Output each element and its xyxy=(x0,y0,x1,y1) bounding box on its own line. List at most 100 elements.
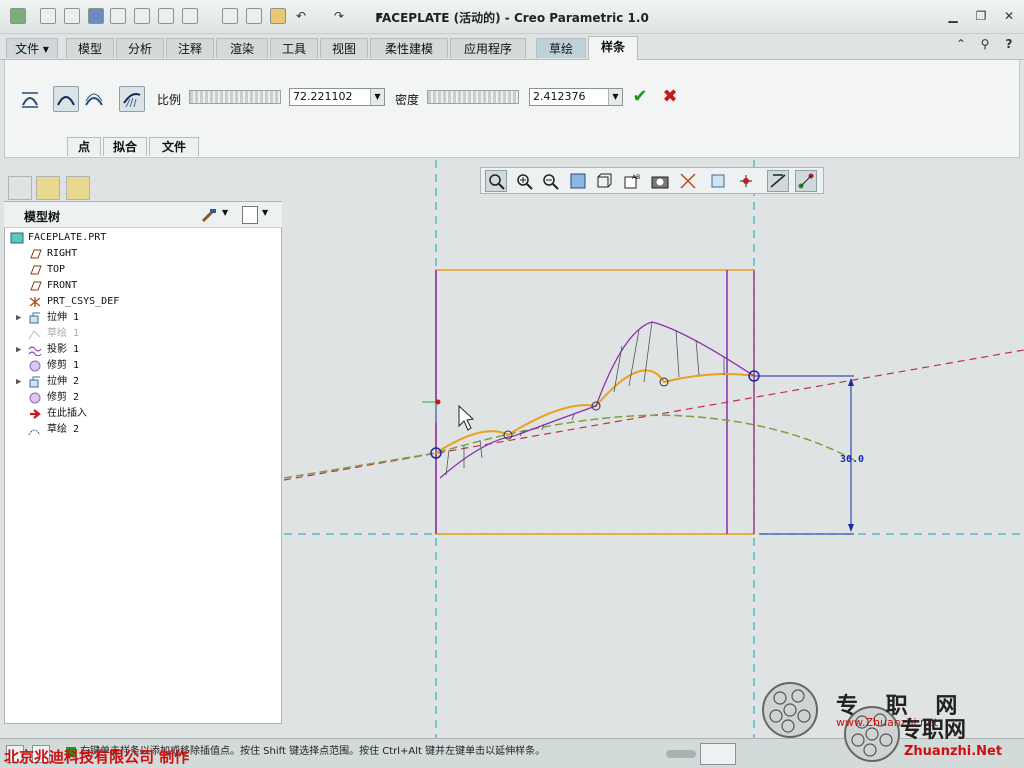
annotation-display-icon[interactable] xyxy=(707,170,729,192)
sketch-display-icon[interactable] xyxy=(767,170,789,192)
close-window-icon[interactable]: ✕ xyxy=(1000,8,1018,24)
density-label: 密度 xyxy=(395,93,420,107)
datum-display-icon[interactable] xyxy=(677,170,699,192)
part-icon xyxy=(10,232,24,244)
tab-render[interactable]: 渲染 xyxy=(216,38,268,58)
credit-watermark: 北京兆迪科技有限公司 制作 xyxy=(4,748,190,766)
tree-item-projection-1[interactable]: ▶ 投影 1 xyxy=(4,342,274,358)
model-tree-title: 模型树 xyxy=(24,210,61,224)
title-bar: ↶ ↷ ▾ FACEPLATE (活动的) - Creo Parametric … xyxy=(0,0,1024,34)
spline-curve[interactable] xyxy=(435,369,755,454)
chevron-down-icon[interactable]: ▼ xyxy=(608,89,622,105)
curvature-hatching xyxy=(445,321,725,476)
control-points-icon[interactable] xyxy=(81,86,107,112)
spline-type-icon[interactable] xyxy=(17,86,43,112)
tree-item-trim-1[interactable]: 修剪 1 xyxy=(4,358,274,374)
scale-slider[interactable] xyxy=(189,90,281,104)
sketch-icon xyxy=(28,330,41,340)
density-value: 2.412376 xyxy=(533,90,586,103)
interpolation-points-icon[interactable] xyxy=(53,86,79,112)
spline-ribbon: 比例 72.221102 ▼ 密度 2.412376 ▼ ✔ ✖ 点 拟合 文件 xyxy=(4,60,1020,158)
curvature-analysis-icon[interactable] xyxy=(119,86,145,112)
panel-points[interactable]: 点 xyxy=(67,137,101,156)
tab-sketch[interactable]: 草绘 xyxy=(536,38,586,58)
tree-show-icon[interactable] xyxy=(242,206,258,224)
extrude-icon xyxy=(29,376,40,388)
tree-item-sketch-2[interactable]: 草绘 2 xyxy=(4,422,274,438)
minimize-icon[interactable]: ▁ xyxy=(944,8,962,24)
minimize-ribbon-icon[interactable]: ⌃ xyxy=(952,36,970,52)
navigator-tabs xyxy=(4,172,282,202)
sketch-canvas[interactable]: 30.0 xyxy=(283,160,1024,738)
favorites-tab-icon[interactable] xyxy=(66,176,90,200)
cancel-button[interactable]: ✖ xyxy=(659,86,681,108)
tab-analysis[interactable]: 分析 xyxy=(116,38,164,58)
expand-icon[interactable]: ▶ xyxy=(16,313,26,323)
selection-filter-icon[interactable] xyxy=(700,743,736,765)
projected-curve xyxy=(283,414,855,479)
csys-origin xyxy=(435,399,441,405)
model-tree-header: 模型树 ▼ ▼ xyxy=(4,202,282,228)
datum-plane-icon xyxy=(30,281,42,291)
density-slider[interactable] xyxy=(427,90,519,104)
scale-value-combo[interactable]: 72.221102 ▼ xyxy=(289,88,385,106)
spin-center-icon[interactable] xyxy=(735,170,757,192)
chevron-down-icon[interactable]: ▼ xyxy=(370,89,384,105)
graphics-area[interactable]: 30.0 xyxy=(283,160,1024,738)
refit-icon[interactable] xyxy=(485,170,507,192)
tab-flexible-modeling[interactable]: 柔性建模 xyxy=(370,38,448,58)
zoom-in-icon[interactable] xyxy=(513,170,535,192)
datum-plane-icon xyxy=(30,265,42,275)
tab-model[interactable]: 模型 xyxy=(66,38,114,58)
panel-fit[interactable]: 拟合 xyxy=(103,137,147,156)
model-tree-list: FACEPLATE.PRT RIGHT TOP FRONT PRT_CSYS_D… xyxy=(4,230,282,450)
restore-icon[interactable]: ❐ xyxy=(972,8,990,24)
model-tree-tab-icon[interactable] xyxy=(8,176,32,200)
tab-annotate[interactable]: 注释 xyxy=(166,38,214,58)
tree-item-faceplate[interactable]: FACEPLATE.PRT xyxy=(4,230,274,246)
tab-tools[interactable]: 工具 xyxy=(270,38,318,58)
expand-icon[interactable]: ▶ xyxy=(16,377,26,387)
tab-spline[interactable]: 样条 xyxy=(588,36,638,60)
progress-indicator xyxy=(666,750,696,758)
tree-item-top[interactable]: TOP xyxy=(4,262,274,278)
tree-item-trim-2[interactable]: 修剪 2 xyxy=(4,390,274,406)
projection-icon xyxy=(28,346,42,356)
chevron-down-icon[interactable]: ▼ xyxy=(222,208,228,217)
ok-button[interactable]: ✔ xyxy=(629,86,651,108)
tree-item-sketch-1[interactable]: 草绘 1 xyxy=(4,326,274,342)
tab-applications[interactable]: 应用程序 xyxy=(450,38,526,58)
tree-item-prt-csys-def[interactable]: PRT_CSYS_DEF xyxy=(4,294,274,310)
help-icon[interactable]: ? xyxy=(1000,36,1018,52)
window-title: FACEPLATE (活动的) - Creo Parametric 1.0 xyxy=(375,11,649,25)
display-style-icon[interactable] xyxy=(593,170,615,192)
trim-icon xyxy=(29,360,41,372)
expand-icon[interactable]: ▶ xyxy=(16,345,26,355)
tree-item-right[interactable]: RIGHT xyxy=(4,246,274,262)
mouse-cursor-icon xyxy=(458,404,475,431)
datum-plane-icon xyxy=(30,249,42,259)
zoom-out-icon[interactable] xyxy=(539,170,561,192)
tree-settings-icon[interactable] xyxy=(200,206,218,224)
tree-item-front[interactable]: FRONT xyxy=(4,278,274,294)
svg-text:AB: AB xyxy=(632,174,640,181)
csys-icon xyxy=(29,297,41,307)
tree-item-insert-here[interactable]: 在此插入 xyxy=(4,406,274,422)
constraint-display-icon[interactable] xyxy=(795,170,817,192)
repaint-icon[interactable] xyxy=(567,170,589,192)
chevron-down-icon[interactable]: ▼ xyxy=(262,208,268,217)
density-value-combo[interactable]: 2.412376 ▼ xyxy=(529,88,623,106)
saved-orientations-icon[interactable]: AB xyxy=(621,170,643,192)
tab-view[interactable]: 视图 xyxy=(320,38,368,58)
sketch-active-icon xyxy=(28,429,41,436)
tab-file[interactable]: 文件 ▾ xyxy=(6,38,58,58)
search-icon[interactable]: ⚲ xyxy=(976,36,994,52)
folder-browser-tab-icon[interactable] xyxy=(36,176,60,200)
panel-file[interactable]: 文件 xyxy=(149,137,199,156)
dimension-value[interactable]: 30.0 xyxy=(840,454,864,465)
watermark-site-url: Zhuanzhi.Net xyxy=(904,744,1003,759)
tree-item-extrude-2[interactable]: ▶ 拉伸 2 xyxy=(4,374,274,390)
view-manager-icon[interactable] xyxy=(649,170,671,192)
view-toolbar: AB xyxy=(480,167,824,194)
tree-item-extrude-1[interactable]: ▶ 拉伸 1 xyxy=(4,310,274,326)
